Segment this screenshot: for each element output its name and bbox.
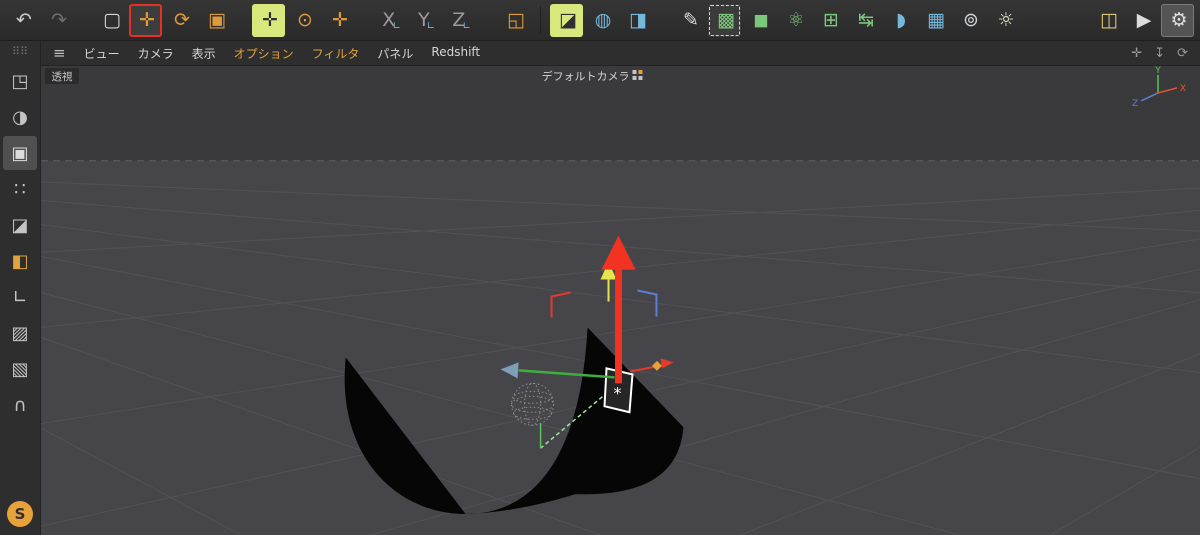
lock-z-axis-button[interactable]: Z ∟ (445, 4, 478, 37)
make-editable-button[interactable]: ◳ (3, 64, 37, 98)
play-render-button[interactable]: ▶ (1126, 4, 1159, 37)
history-group: ↶ ↷ (6, 4, 74, 37)
array-button[interactable]: ▦ (918, 4, 951, 37)
menu-item[interactable]: カメラ (138, 45, 174, 62)
spline-pen-button[interactable]: ✎ (673, 4, 706, 37)
lock-workplane-button[interactable]: ▧ (3, 352, 37, 386)
render-settings-button[interactable]: ◨ (620, 4, 653, 37)
redo-button[interactable]: ↷ (41, 4, 74, 37)
lock-x-axis-button[interactable]: X ∟ (375, 4, 408, 37)
menu-item[interactable]: パネル (377, 45, 413, 62)
rotate-button[interactable]: ⟳ (164, 4, 197, 37)
toolbar-right-group: ◫ ▶ ⚙ (1091, 3, 1194, 37)
create-objects-group: ✎ ▩ ◼ ⚛ ⊞ ↹ ◗ ▦ ⊚ ☼ (673, 3, 1021, 37)
connector-button[interactable]: ↹ (848, 4, 881, 37)
axis-tools-group: ✛ ⊙ ✛ (252, 3, 355, 37)
lock-y-axis-button[interactable]: Y ∟ (410, 4, 443, 37)
axis-y-label: Y (1154, 66, 1161, 76)
undo-button[interactable]: ↶ (6, 4, 39, 37)
volume-builder-button[interactable]: ⚛ (778, 4, 811, 37)
axis-z-label: Z (1132, 99, 1138, 109)
viewport-3d[interactable]: * 透視 デフォルトカメラ Y X Z (41, 66, 1200, 535)
edge-mode-button[interactable]: ◪ (3, 208, 37, 242)
primitive-cube-button[interactable]: ◼ (743, 4, 776, 37)
point-mode-button[interactable]: ∷ (3, 172, 37, 206)
camera-label[interactable]: デフォルトカメラ (542, 69, 630, 83)
texture-mode-button[interactable]: ◑ (3, 100, 37, 134)
polygon-mode-button[interactable]: ◧ (3, 244, 37, 278)
scale-button[interactable]: ▣ (199, 4, 232, 37)
viewport-refresh-icon[interactable]: ⟳ (1177, 46, 1188, 61)
enable-axis-mode-button[interactable]: ∟ (3, 280, 37, 314)
light-button[interactable]: ☼ (988, 4, 1021, 37)
left-sidebar: ⠿⠿ ◳ ◑ ▣ ∷ ◪ ◧ ∟ ▨ ▧ ∩ S (0, 41, 41, 535)
toolbar-divider (540, 6, 541, 34)
viewport-menubar: ≡ ビュー カメラ 表示 オプション フィルタ パネル Redshift ✛ ↧ ⟳ (41, 41, 1200, 66)
menu-item[interactable]: Redshift (431, 45, 480, 62)
live-selection-button[interactable]: ▢ (94, 4, 127, 37)
viewport-scene: * 透視 デフォルトカメラ Y X Z (41, 66, 1200, 535)
top-toolbar: ↶ ↷ ▢ ✛ ⟳ ▣ ✛ ⊙ ✛ X ∟ Y ∟ Z ∟ ◱ ◪ ◍ ◨ ✎ ▩ ◼ ⚛ ⊞ ↹ ◗ ▦ ⊚ ☼ ◫ ▶ ⚙ (0, 0, 1200, 41)
main-area: ⠿⠿ ◳ ◑ ▣ ∷ ◪ ◧ ∟ ▨ ▧ ∩ S ≡ ビュー カメラ 表示 オプション フィルタ パネル Red… (0, 41, 1200, 535)
cloner-button[interactable]: ⊞ (813, 4, 846, 37)
render-picture-viewer-button[interactable]: ◍ (585, 4, 618, 37)
menubar-right-icons: ✛ ↧ ⟳ (1131, 46, 1188, 61)
coordinate-group: ◱ (498, 4, 531, 37)
metaball-button[interactable]: ◗ (883, 4, 916, 37)
camera-button[interactable]: ⊚ (953, 4, 986, 37)
takes-button[interactable]: ◫ (1091, 4, 1124, 37)
menu-item[interactable]: 表示 (192, 45, 216, 62)
menu-items: ビュー カメラ 表示 オプション フィルタ パネル Redshift (84, 45, 481, 62)
move-button[interactable]: ✛ (129, 3, 162, 37)
viewport-dock-icon[interactable]: ↧ (1154, 46, 1165, 61)
transform-tools-group: ▢ ✛ ⟳ ▣ (94, 3, 232, 37)
sidebar-mode-list: ◳ ◑ ▣ ∷ ◪ ◧ ∟ ▨ ▧ ∩ S (0, 63, 40, 535)
workplane-mode-button[interactable]: ▨ (3, 316, 37, 350)
settings-button[interactable]: ⚙ (1161, 3, 1194, 37)
render-view-button[interactable]: ◪ (550, 3, 583, 37)
snap-badge[interactable]: S (7, 501, 33, 527)
render-group: ◪ ◍ ◨ (550, 3, 653, 37)
menu-item[interactable]: オプション (234, 45, 294, 62)
model-mode-button[interactable]: ▣ (3, 136, 37, 170)
cinema4d-window: ↶ ↷ ▢ ✛ ⟳ ▣ ✛ ⊙ ✛ X ∟ Y ∟ Z ∟ ◱ ◪ ◍ ◨ ✎ ▩ ◼ ⚛ ⊞ ↹ ◗ ▦ ⊚ ☼ ◫ ▶ ⚙ (0, 0, 1200, 535)
subdivision-surface-button[interactable]: ▩ (708, 3, 741, 37)
gizmo-rotate-button[interactable]: ⊙ (287, 4, 320, 37)
axis-lock-group: X ∟ Y ∟ Z ∟ (375, 4, 478, 37)
light-marker: * (614, 383, 622, 402)
hamburger-menu-icon[interactable]: ≡ (53, 44, 66, 62)
menu-item[interactable]: フィルタ (312, 45, 360, 62)
coordinate-system-button[interactable]: ◱ (498, 4, 531, 37)
axis-x-label: X (1180, 84, 1186, 94)
enable-axis-button[interactable]: ✛ (252, 3, 285, 37)
viewport-panel: ≡ ビュー カメラ 表示 オプション フィルタ パネル Redshift ✛ ↧ ⟳ (41, 41, 1200, 535)
viewport-pan-icon[interactable]: ✛ (1131, 46, 1142, 61)
drag-grip[interactable]: ⠿⠿ (12, 46, 28, 57)
snap-magnet-button[interactable]: ∩ (3, 388, 37, 422)
view-label: 透視 (52, 70, 73, 83)
menu-item[interactable]: ビュー (84, 45, 120, 62)
gizmo-move-button[interactable]: ✛ (322, 4, 355, 37)
view-label-chip[interactable]: 透視 (44, 67, 79, 84)
